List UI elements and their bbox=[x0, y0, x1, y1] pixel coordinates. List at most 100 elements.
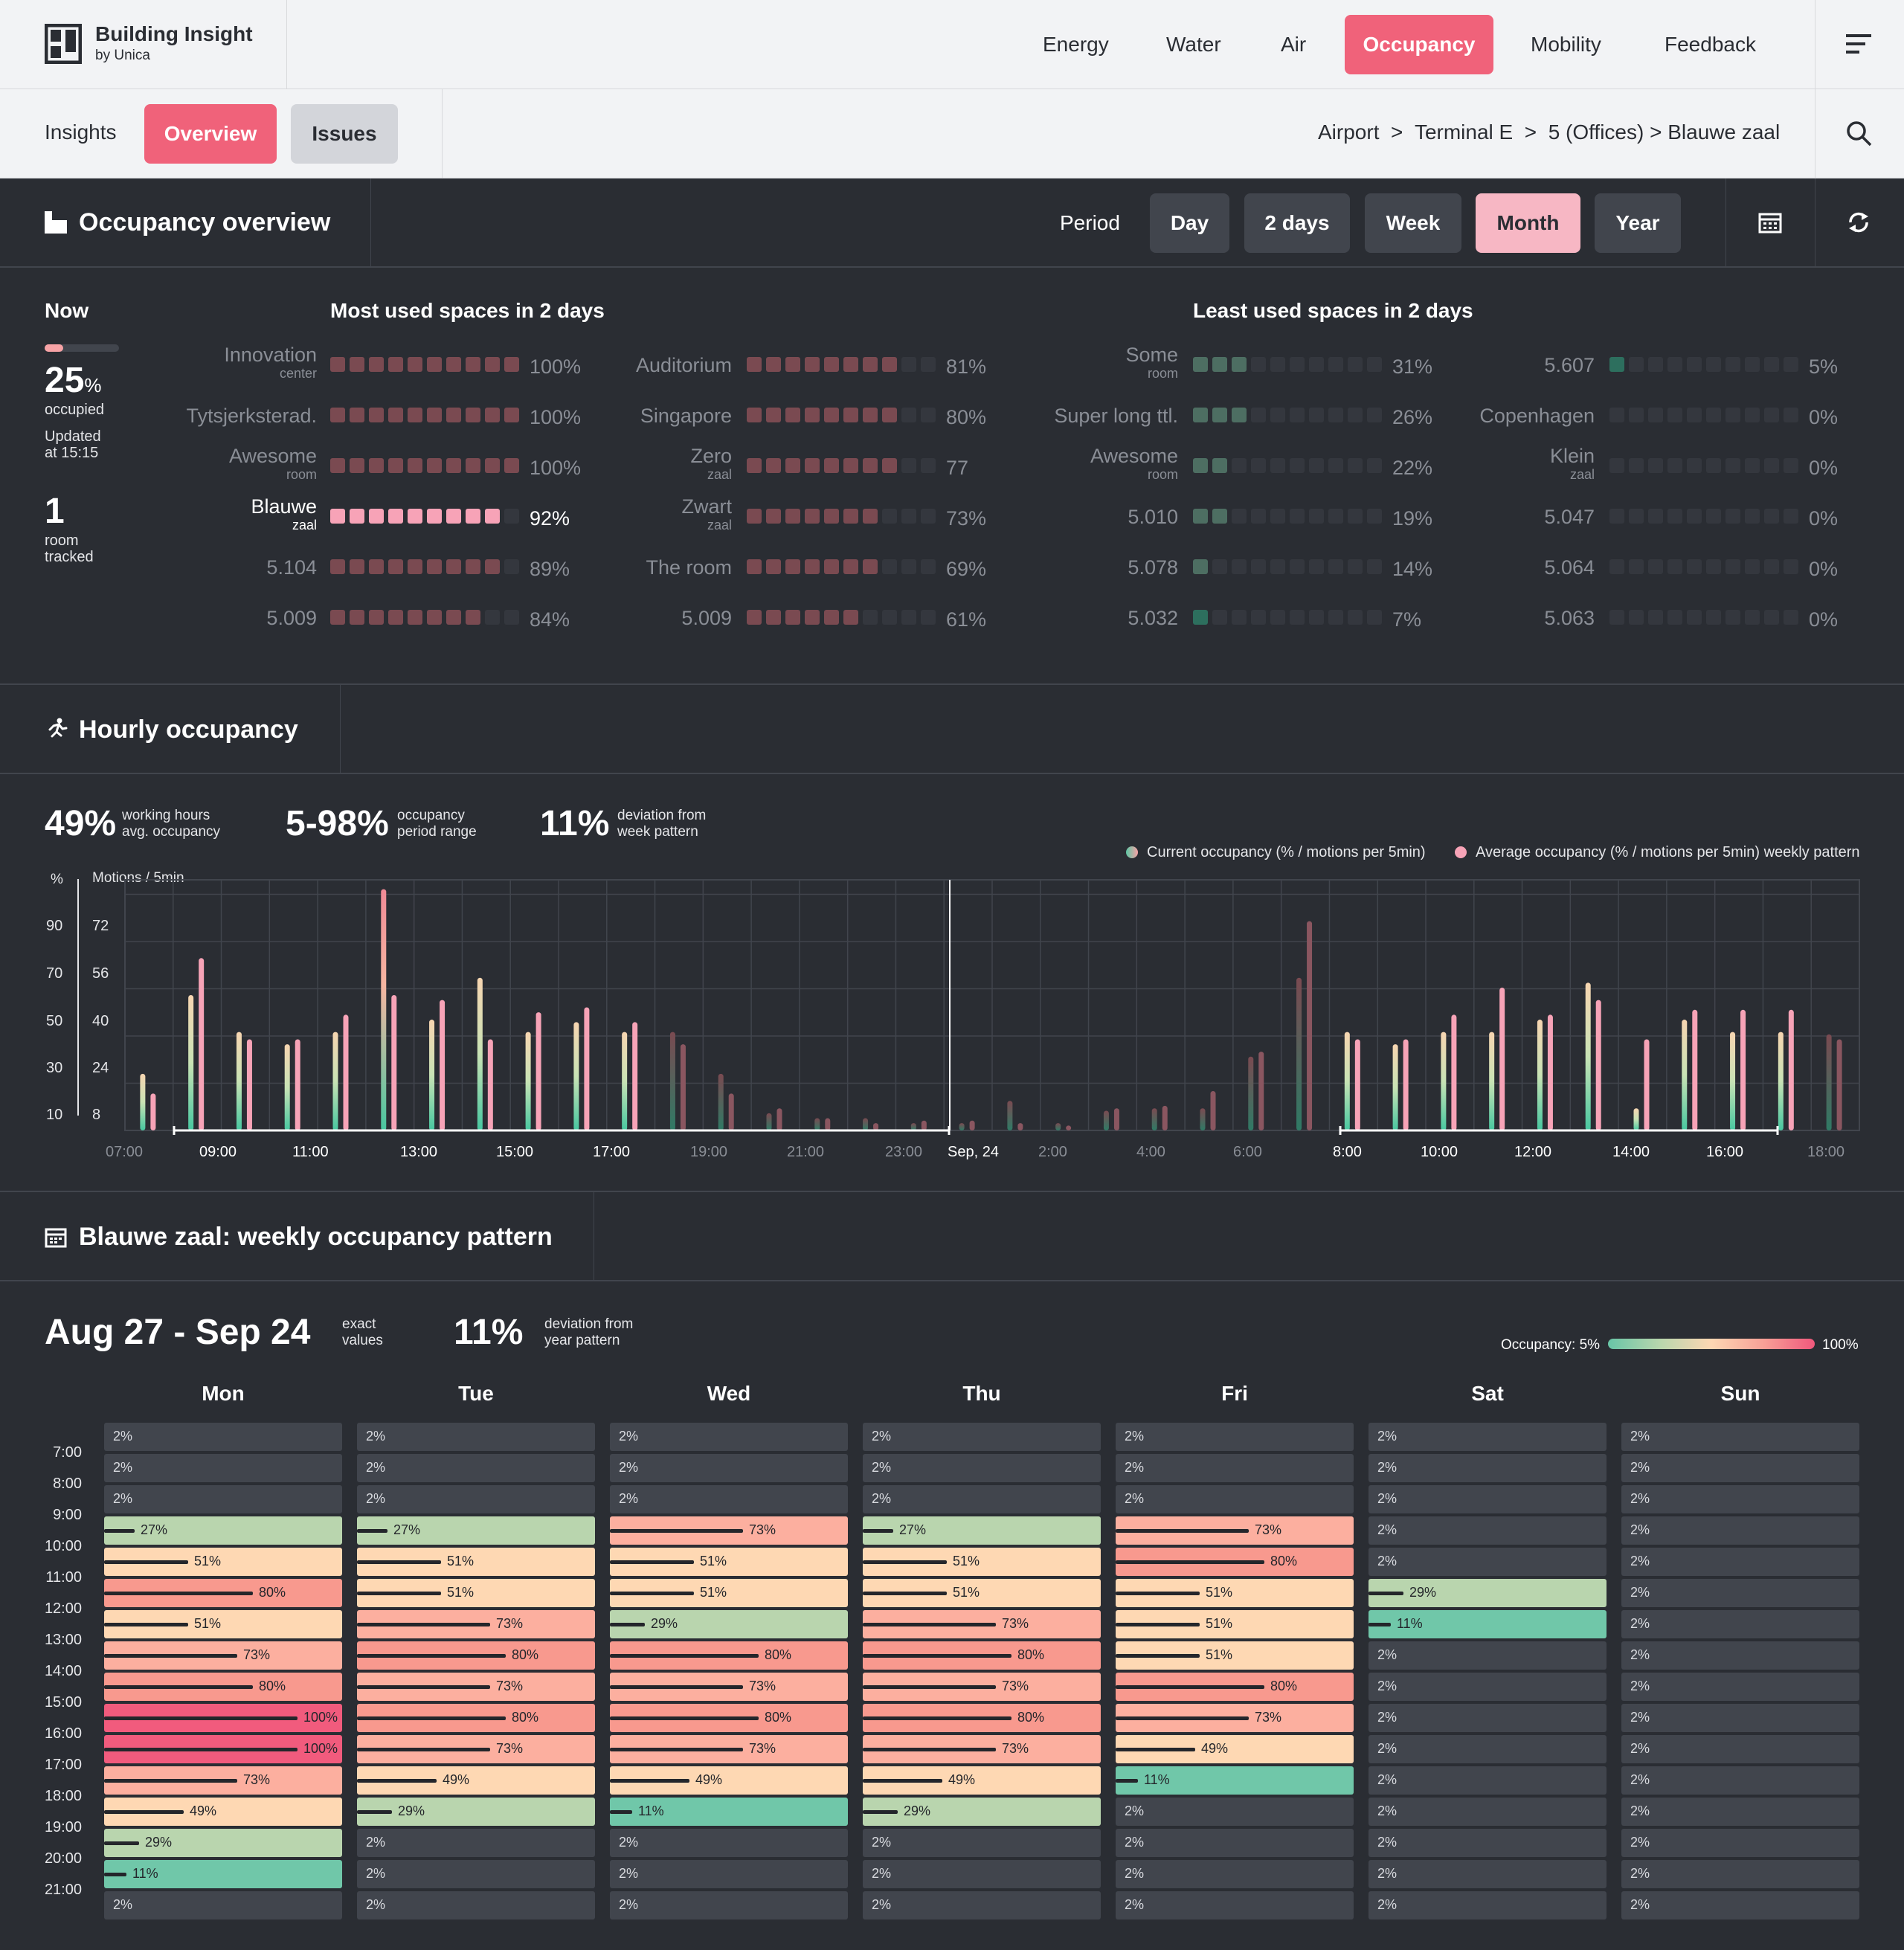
heatmap-cell[interactable]: 49% bbox=[863, 1766, 1101, 1795]
heatmap-cell[interactable]: 2% bbox=[357, 1454, 595, 1482]
heatmap-cell[interactable]: 51% bbox=[1116, 1579, 1354, 1607]
heatmap-cell[interactable]: 2% bbox=[863, 1829, 1101, 1857]
heatmap-cell[interactable]: 2% bbox=[1116, 1829, 1354, 1857]
heatmap-cell[interactable]: 51% bbox=[863, 1579, 1101, 1607]
heatmap-cell[interactable]: 2% bbox=[1621, 1454, 1859, 1482]
heatmap-cell[interactable]: 27% bbox=[863, 1516, 1101, 1545]
heatmap-cell[interactable]: 2% bbox=[1621, 1766, 1859, 1795]
heatmap-cell[interactable]: 73% bbox=[104, 1766, 342, 1795]
heatmap-cell[interactable]: 2% bbox=[1368, 1548, 1606, 1576]
heatmap-cell[interactable]: 51% bbox=[610, 1579, 848, 1607]
heatmap-cell[interactable]: 51% bbox=[610, 1548, 848, 1576]
heatmap-cell[interactable]: 2% bbox=[357, 1423, 595, 1451]
heatmap-cell[interactable]: 2% bbox=[1621, 1704, 1859, 1732]
heatmap-cell[interactable]: 2% bbox=[104, 1485, 342, 1513]
heatmap-cell[interactable]: 2% bbox=[104, 1454, 342, 1482]
heatmap-cell[interactable]: 2% bbox=[1368, 1798, 1606, 1826]
heatmap-cell[interactable]: 2% bbox=[1368, 1454, 1606, 1482]
heatmap-cell[interactable]: 2% bbox=[1621, 1860, 1859, 1888]
heatmap-cell[interactable]: 2% bbox=[357, 1485, 595, 1513]
heatmap-cell[interactable]: 2% bbox=[1116, 1891, 1354, 1920]
heatmap-cell[interactable]: 73% bbox=[610, 1673, 848, 1701]
heatmap-cell[interactable]: 2% bbox=[1621, 1735, 1859, 1763]
heatmap-cell[interactable]: 2% bbox=[1116, 1423, 1354, 1451]
heatmap-cell[interactable]: 80% bbox=[610, 1704, 848, 1732]
heatmap-cell[interactable]: 49% bbox=[610, 1766, 848, 1795]
heatmap-cell[interactable]: 2% bbox=[1621, 1516, 1859, 1545]
heatmap-cell[interactable]: 73% bbox=[1116, 1704, 1354, 1732]
heatmap-cell[interactable]: 29% bbox=[104, 1829, 342, 1857]
heatmap-cell[interactable]: 29% bbox=[863, 1798, 1101, 1826]
heatmap-cell[interactable]: 80% bbox=[1116, 1673, 1354, 1701]
heatmap-cell[interactable]: 49% bbox=[104, 1798, 342, 1826]
heatmap-cell[interactable]: 11% bbox=[1116, 1766, 1354, 1795]
heatmap-cell[interactable]: 2% bbox=[1368, 1829, 1606, 1857]
heatmap-cell[interactable]: 51% bbox=[1116, 1641, 1354, 1670]
heatmap-cell[interactable]: 80% bbox=[863, 1641, 1101, 1670]
heatmap-cell[interactable]: 2% bbox=[610, 1860, 848, 1888]
heatmap-cell[interactable]: 2% bbox=[863, 1454, 1101, 1482]
heatmap-cell[interactable]: 2% bbox=[1116, 1485, 1354, 1513]
heatmap-cell[interactable]: 80% bbox=[104, 1673, 342, 1701]
heatmap-cell[interactable]: 2% bbox=[1368, 1641, 1606, 1670]
heatmap-cell[interactable]: 2% bbox=[610, 1829, 848, 1857]
heatmap-cell[interactable]: 80% bbox=[863, 1704, 1101, 1732]
heatmap-cell[interactable]: 51% bbox=[104, 1610, 342, 1638]
heatmap-cell[interactable]: 2% bbox=[1368, 1704, 1606, 1732]
heatmap-cell[interactable]: 2% bbox=[1368, 1516, 1606, 1545]
heatmap-cell[interactable]: 73% bbox=[357, 1735, 595, 1763]
heatmap-cell[interactable]: 51% bbox=[357, 1548, 595, 1576]
heatmap-cell[interactable]: 49% bbox=[357, 1766, 595, 1795]
heatmap-cell[interactable]: 73% bbox=[1116, 1516, 1354, 1545]
heatmap-cell[interactable]: 29% bbox=[610, 1610, 848, 1638]
heatmap-cell[interactable]: 2% bbox=[1621, 1798, 1859, 1826]
heatmap-cell[interactable]: 2% bbox=[610, 1454, 848, 1482]
heatmap-cell[interactable]: 49% bbox=[1116, 1735, 1354, 1763]
heatmap-cell[interactable]: 80% bbox=[1116, 1548, 1354, 1576]
heatmap-cell[interactable]: 73% bbox=[104, 1641, 342, 1670]
heatmap-cell[interactable]: 51% bbox=[1116, 1610, 1354, 1638]
heatmap-cell[interactable]: 80% bbox=[357, 1704, 595, 1732]
heatmap-cell[interactable]: 2% bbox=[1368, 1860, 1606, 1888]
heatmap-cell[interactable]: 2% bbox=[1621, 1610, 1859, 1638]
heatmap-cell[interactable]: 2% bbox=[1621, 1673, 1859, 1701]
heatmap-cell[interactable]: 2% bbox=[1621, 1829, 1859, 1857]
heatmap-cell[interactable]: 29% bbox=[1368, 1579, 1606, 1607]
heatmap-cell[interactable]: 11% bbox=[610, 1798, 848, 1826]
heatmap-cell[interactable]: 27% bbox=[357, 1516, 595, 1545]
heatmap-cell[interactable]: 100% bbox=[104, 1704, 342, 1732]
heatmap-cell[interactable]: 2% bbox=[1116, 1798, 1354, 1826]
heatmap-cell[interactable]: 80% bbox=[610, 1641, 848, 1670]
heatmap-cell[interactable]: 2% bbox=[863, 1891, 1101, 1920]
heatmap-cell[interactable]: 2% bbox=[1621, 1891, 1859, 1920]
heatmap-cell[interactable]: 73% bbox=[863, 1673, 1101, 1701]
heatmap-cell[interactable]: 11% bbox=[1368, 1610, 1606, 1638]
heatmap-cell[interactable]: 73% bbox=[863, 1610, 1101, 1638]
heatmap-cell[interactable]: 2% bbox=[357, 1829, 595, 1857]
heatmap-cell[interactable]: 2% bbox=[610, 1485, 848, 1513]
heatmap-cell[interactable]: 2% bbox=[1368, 1766, 1606, 1795]
heatmap-cell[interactable]: 2% bbox=[357, 1860, 595, 1888]
heatmap-cell[interactable]: 2% bbox=[1621, 1641, 1859, 1670]
heatmap-cell[interactable]: 2% bbox=[863, 1423, 1101, 1451]
heatmap-cell[interactable]: 2% bbox=[1368, 1673, 1606, 1701]
heatmap-cell[interactable]: 2% bbox=[1368, 1891, 1606, 1920]
heatmap-cell[interactable]: 80% bbox=[357, 1641, 595, 1670]
heatmap-cell[interactable]: 2% bbox=[610, 1891, 848, 1920]
heatmap-cell[interactable]: 27% bbox=[104, 1516, 342, 1545]
heatmap-cell[interactable]: 2% bbox=[1368, 1485, 1606, 1513]
heatmap-cell[interactable]: 73% bbox=[863, 1735, 1101, 1763]
heatmap-cell[interactable]: 11% bbox=[104, 1860, 342, 1888]
heatmap-cell[interactable]: 2% bbox=[1621, 1485, 1859, 1513]
heatmap-cell[interactable]: 2% bbox=[1621, 1579, 1859, 1607]
heatmap-cell[interactable]: 2% bbox=[357, 1891, 595, 1920]
hourly-chart[interactable] bbox=[0, 0, 1904, 1190]
heatmap-cell[interactable]: 2% bbox=[1116, 1860, 1354, 1888]
heatmap-cell[interactable]: 100% bbox=[104, 1735, 342, 1763]
heatmap-cell[interactable]: 51% bbox=[357, 1579, 595, 1607]
heatmap-cell[interactable]: 2% bbox=[1621, 1548, 1859, 1576]
heatmap-cell[interactable]: 2% bbox=[104, 1891, 342, 1920]
heatmap-cell[interactable]: 51% bbox=[104, 1548, 342, 1576]
heatmap-cell[interactable]: 2% bbox=[1368, 1423, 1606, 1451]
heatmap-cell[interactable]: 2% bbox=[1368, 1735, 1606, 1763]
